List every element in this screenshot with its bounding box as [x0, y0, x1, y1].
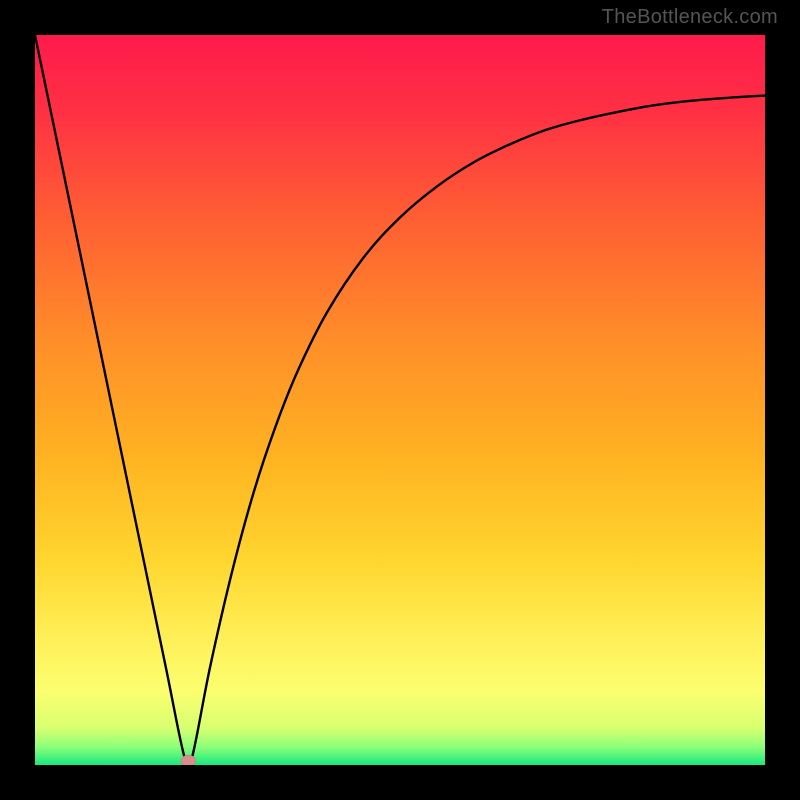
watermark-text: TheBottleneck.com — [602, 6, 778, 29]
minimum-marker — [181, 755, 196, 765]
bottleneck-curve — [35, 35, 765, 765]
chart-frame: TheBottleneck.com — [0, 0, 800, 800]
plot-area — [35, 35, 765, 765]
